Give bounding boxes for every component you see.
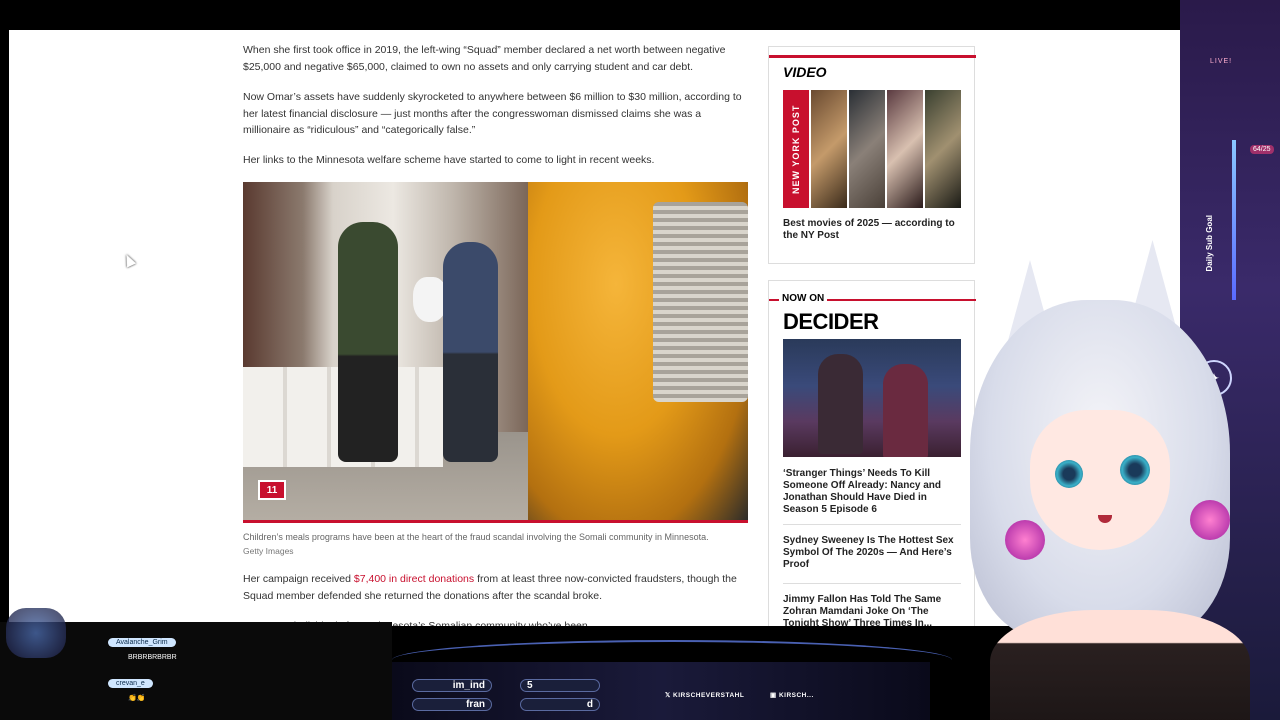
decider-logo: DECIDER	[783, 309, 879, 334]
bar-item-value: d	[520, 698, 600, 711]
article-paragraph: Her campaign received $7,400 in direct d…	[243, 571, 749, 604]
cat-mascot-icon	[6, 608, 66, 658]
now-on-label: NOW ON	[779, 293, 828, 304]
photo-credit: Getty Images	[243, 546, 294, 556]
thumb-figure	[818, 354, 863, 454]
video-caption-link[interactable]: Best movies of 2025 — according to the N…	[783, 218, 963, 242]
chat-username: crevan_e	[108, 679, 153, 688]
photo-caption: Children’s meals programs have been at t…	[243, 532, 709, 542]
flower-icon	[1190, 500, 1230, 540]
video-module: VIDEO NEW YORK POST Best movies of 2025 …	[768, 46, 976, 264]
photo-bag	[413, 277, 447, 322]
p4-text-before: Her campaign received	[243, 573, 354, 585]
vtuber-avatar	[930, 240, 1280, 720]
bar-item-value: 5	[520, 679, 600, 692]
avatar-eye	[1120, 455, 1150, 485]
chat-message: 👏👏	[128, 695, 146, 702]
video-thumbnail[interactable]: NEW YORK POST	[783, 90, 961, 208]
gallery-icon[interactable]: 11	[258, 480, 286, 500]
sub-goal-counter: 64/25	[1250, 145, 1274, 154]
video-frame	[925, 90, 961, 208]
chat-username: Avalanche_Grim	[108, 638, 176, 647]
twitter-handle: 𝕏 KIRSCHEVERSTAHL	[665, 691, 744, 699]
live-label: LIVE!	[1210, 58, 1233, 65]
top-bar	[0, 0, 1280, 30]
photo-person	[338, 222, 398, 462]
video-frame	[811, 90, 847, 208]
photo-bus-grille	[653, 202, 748, 402]
photo-rule	[243, 520, 748, 523]
flower-icon	[1005, 520, 1045, 560]
article-paragraph: When she first took office in 2019, the …	[243, 44, 726, 73]
video-frame	[849, 90, 885, 208]
article-paragraph: Her links to the Minnesota welfare schem…	[243, 154, 655, 166]
donations-link[interactable]: $7,400 in direct donations	[354, 573, 474, 585]
twitter-handle-text: KIRSCHEVERSTAHL	[673, 692, 745, 699]
chat-bubble-icon: ▣	[770, 692, 779, 699]
chat-message: BRBRBRBRBR	[128, 654, 177, 661]
chat-handle-text: KIRSCH...	[778, 692, 814, 699]
nyp-logo: NEW YORK POST	[783, 90, 809, 208]
bar-item-name: fran	[412, 698, 492, 711]
video-header: VIDEO	[769, 55, 976, 80]
bar-item-name: im_ind	[412, 679, 492, 692]
avatar-body	[990, 610, 1250, 720]
photo-person	[443, 242, 498, 462]
video-frame	[887, 90, 923, 208]
avatar-eye	[1055, 460, 1083, 488]
article-paragraph: Now Omar’s assets have suddenly skyrocke…	[243, 91, 742, 136]
avatar-face	[1030, 410, 1170, 550]
twitter-icon: 𝕏	[665, 692, 674, 699]
video-label: VIDEO	[783, 64, 827, 80]
article-photo[interactable]: 11	[243, 182, 748, 522]
bottom-bar-arc	[392, 640, 952, 680]
thumb-figure	[883, 364, 928, 457]
chat-handle: ▣ KIRSCH...	[770, 691, 814, 699]
gallery-count: 11	[266, 484, 278, 496]
